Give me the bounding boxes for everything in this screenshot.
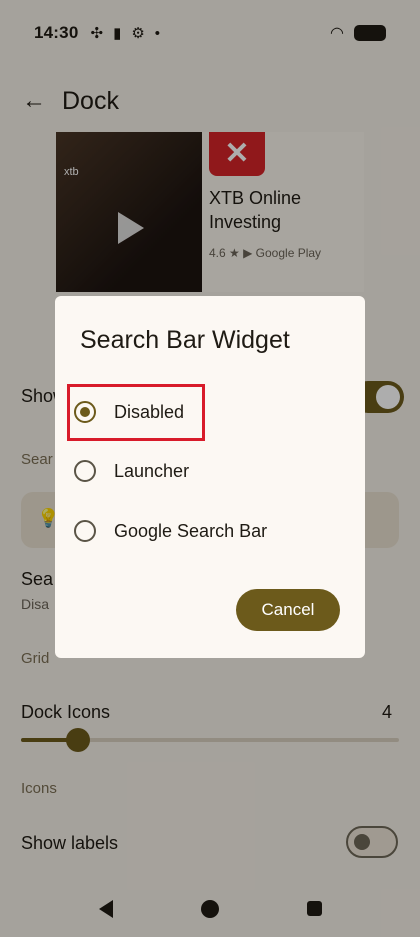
option-launcher[interactable]: Launcher (70, 451, 350, 491)
cancel-button[interactable]: Cancel (236, 589, 340, 631)
option-google-search-bar[interactable]: Google Search Bar (70, 511, 350, 551)
option-label: Google Search Bar (114, 520, 268, 541)
radio-launcher[interactable] (74, 460, 96, 482)
dialog-title: Search Bar Widget (80, 326, 290, 354)
radio-google-search-bar[interactable] (74, 520, 96, 542)
highlight-box (67, 384, 205, 441)
option-label: Launcher (114, 460, 190, 481)
search-bar-widget-dialog: Search Bar Widget Disabled Launcher Goog… (55, 296, 365, 658)
